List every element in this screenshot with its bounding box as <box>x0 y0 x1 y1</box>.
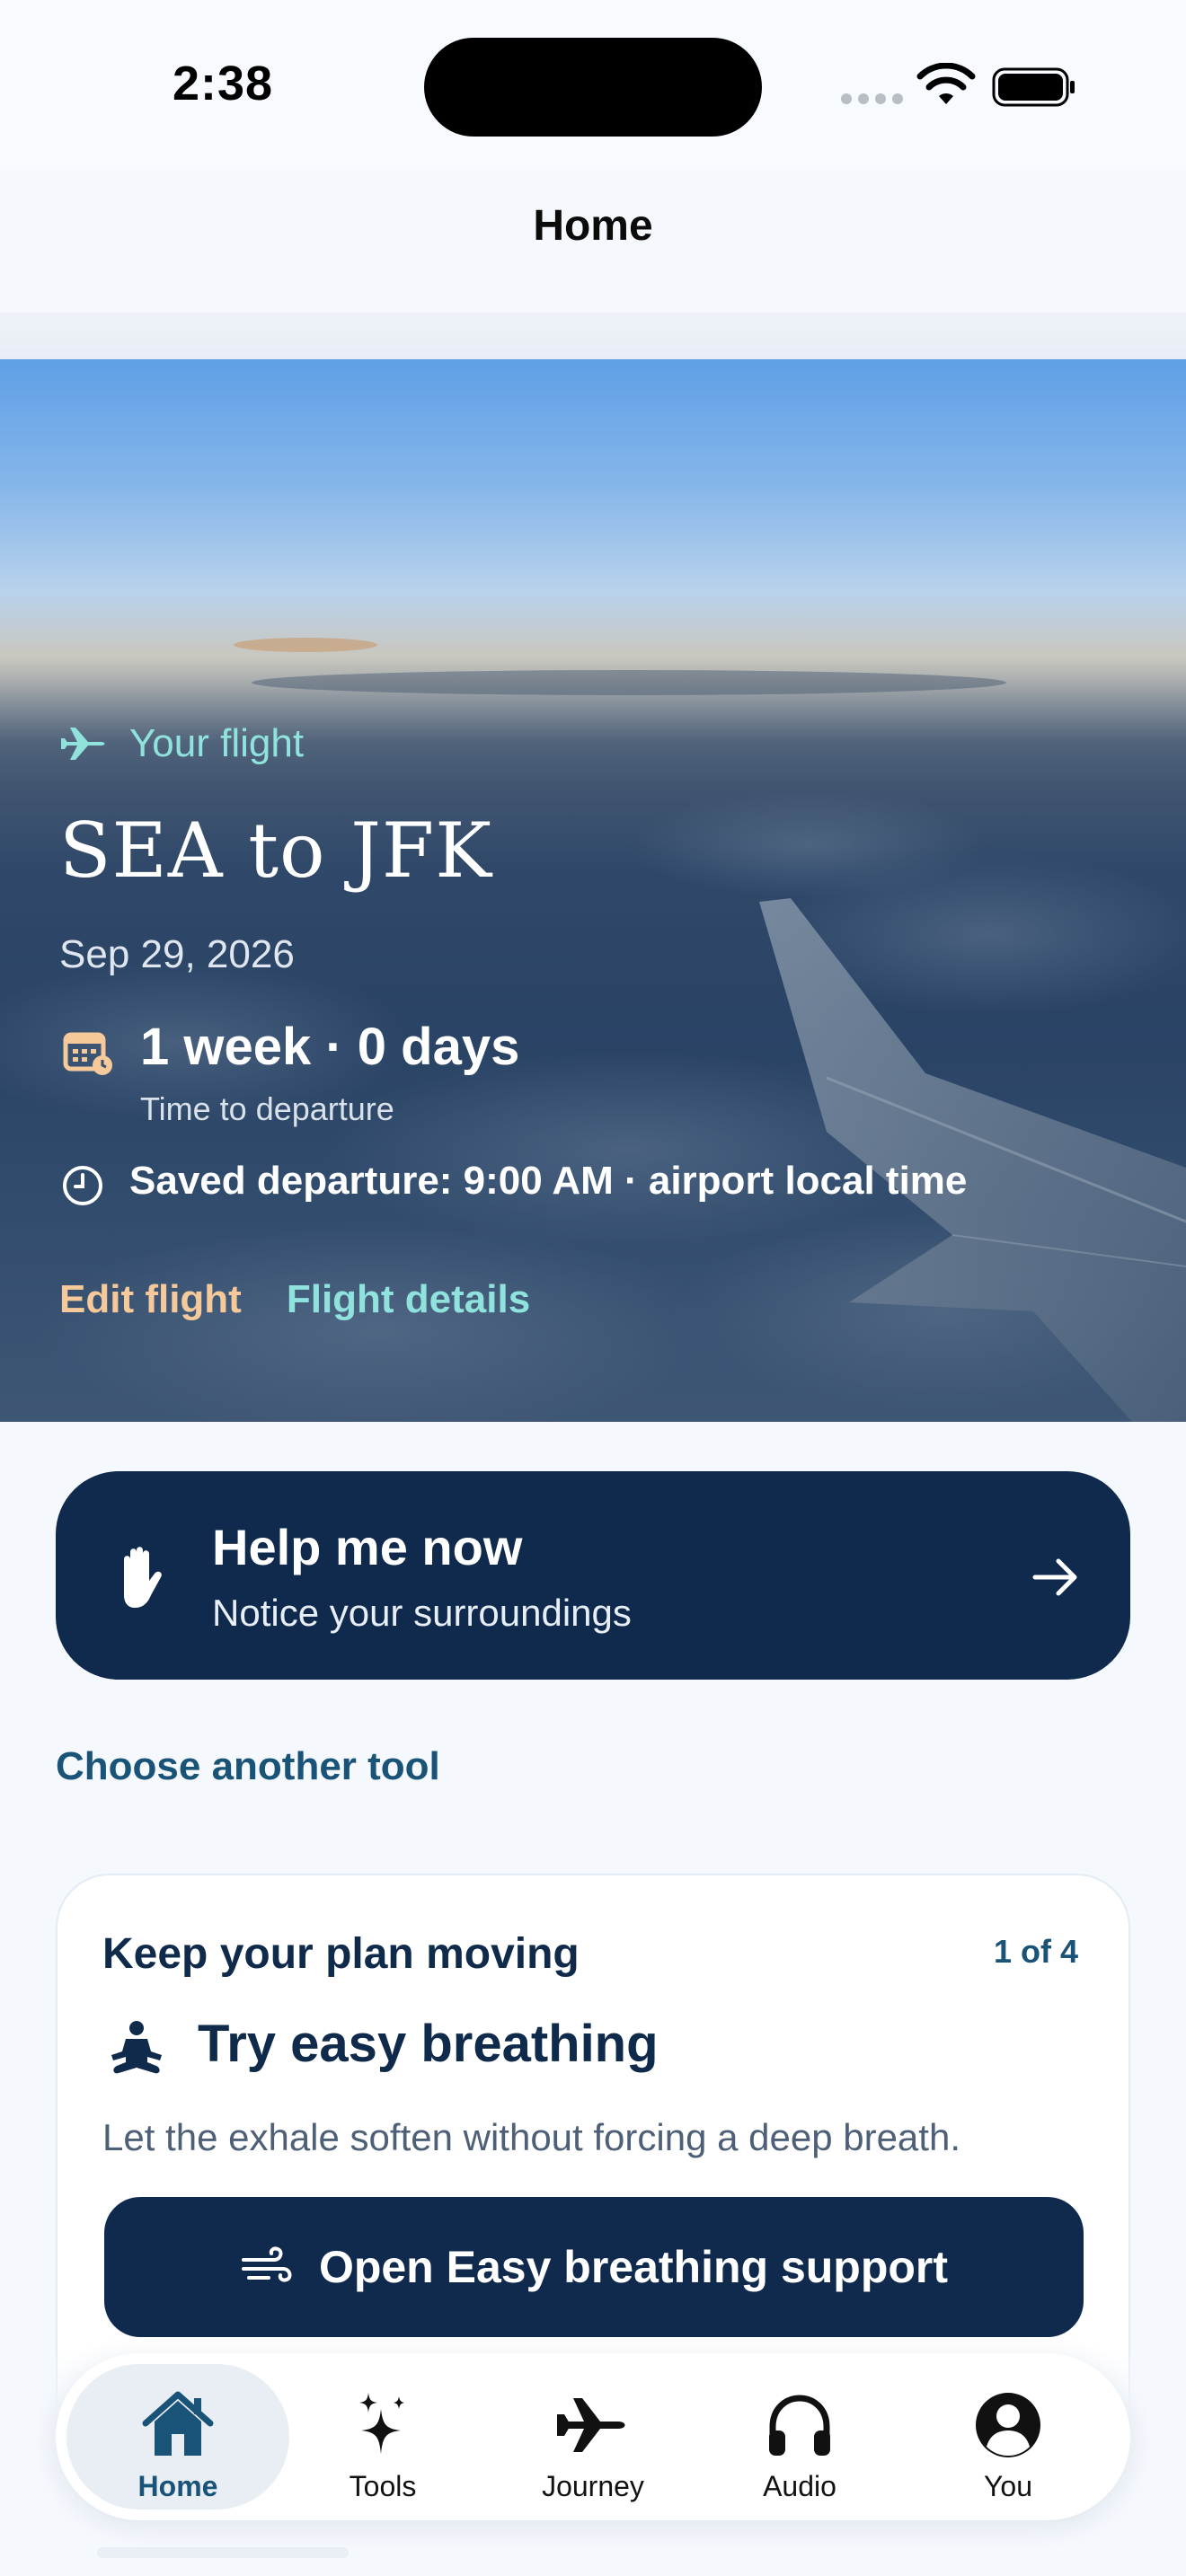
person-circle-icon <box>976 2393 1040 2457</box>
open-button-label: Open Easy breathing support <box>318 2242 949 2292</box>
countdown-label: Time to departure <box>140 1090 394 1127</box>
cellular-signal-icon <box>841 93 903 104</box>
flight-kicker: Your flight <box>59 719 304 769</box>
tab-journey-label: Journey <box>542 2470 644 2502</box>
plan-step-description: Let the exhale soften without forcing a … <box>102 2116 960 2158</box>
saved-departure-time: Saved departure: 9:00 AM · airport local… <box>129 1159 968 1203</box>
tab-bar: Home Tools Journey Audio You <box>56 2353 1130 2520</box>
headphones-icon <box>769 2395 830 2456</box>
tab-you-label: You <box>984 2470 1032 2502</box>
tab-audio[interactable]: Audio <box>688 2364 911 2510</box>
open-easy-breathing-button[interactable]: Open Easy breathing support <box>104 2197 1084 2337</box>
airplane-icon <box>557 2398 625 2452</box>
countdown-value: 1 week · 0 days <box>140 1018 520 1076</box>
edit-flight-link[interactable]: Edit flight <box>59 1277 242 1322</box>
tab-home-label: Home <box>137 2470 218 2502</box>
plan-step-title: Try easy breathing <box>198 2015 659 2073</box>
clock-icon <box>63 1166 102 1205</box>
tab-you[interactable]: You <box>897 2364 1120 2510</box>
tab-tools[interactable]: Tools <box>271 2364 494 2510</box>
wind-icon <box>241 2246 292 2282</box>
nav-divider <box>0 313 1186 359</box>
wifi-icon <box>916 63 976 104</box>
battery-icon <box>992 67 1075 107</box>
flight-hero-card: Your flight SEA to JFK Sep 29, 2026 1 we… <box>0 359 1186 1422</box>
tab-audio-label: Audio <box>763 2470 836 2502</box>
flight-details-link[interactable]: Flight details <box>287 1277 530 1322</box>
dynamic-island <box>424 38 762 137</box>
tab-home[interactable]: Home <box>66 2364 289 2510</box>
help-me-now-button[interactable]: Help me now Notice your surroundings <box>56 1471 1130 1680</box>
flight-kicker-label: Your flight <box>129 721 305 765</box>
status-time: 2:38 <box>173 57 274 110</box>
choose-another-tool-link[interactable]: Choose another tool <box>56 1744 440 1789</box>
arrow-right-icon <box>1032 1558 1077 1596</box>
sparkles-icon <box>359 2393 404 2454</box>
flight-route: SEA to JFK <box>59 807 492 895</box>
flight-date: Sep 29, 2026 <box>59 932 295 976</box>
help-title: Help me now <box>212 1519 523 1575</box>
tab-journey[interactable]: Journey <box>482 2364 704 2510</box>
calendar-clock-icon <box>63 1032 112 1075</box>
plan-progress-count: 1 of 4 <box>993 1933 1078 1970</box>
plan-title: Keep your plan moving <box>102 1930 580 1978</box>
help-subtitle: Notice your surroundings <box>212 1592 632 1634</box>
tab-tools-label: Tools <box>349 2470 417 2502</box>
raised-hand-icon <box>124 1547 162 1608</box>
house-icon <box>142 2391 214 2456</box>
page-title: Home <box>533 202 653 250</box>
status-bar: 2:38 <box>0 0 1186 171</box>
airplane-icon <box>61 728 105 760</box>
meditation-icon <box>111 2021 162 2074</box>
